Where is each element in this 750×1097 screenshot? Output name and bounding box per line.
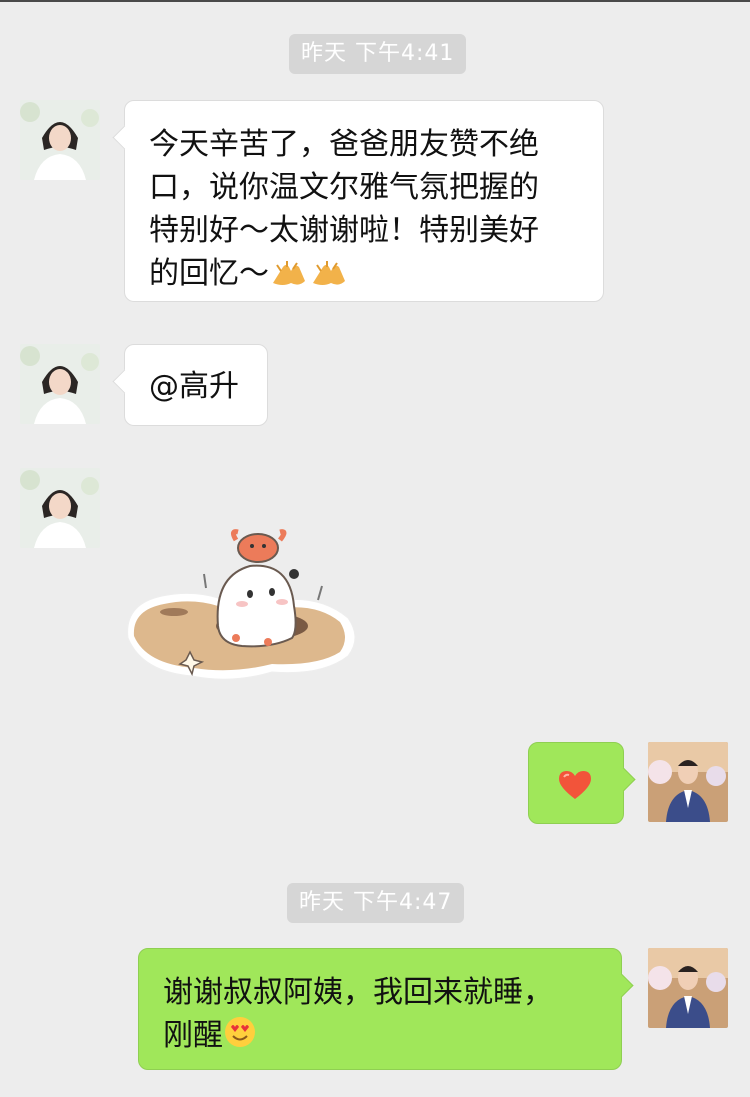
message-bubble[interactable]: @高升	[112, 344, 268, 426]
clapping-hands-icon	[269, 256, 309, 299]
message-line: 口，说你温文尔雅气氛把握的	[149, 170, 539, 205]
timestamp-pill: 昨天 下午4:47	[287, 883, 465, 923]
bubble-tail	[112, 125, 137, 150]
contact-avatar[interactable]	[20, 344, 100, 424]
message-line: 刚醒	[163, 1018, 223, 1053]
contact-avatar[interactable]	[20, 100, 100, 180]
top-edge	[0, 0, 750, 2]
bubble-tail	[112, 369, 137, 394]
message-bubble[interactable]: 谢谢叔叔阿姨，我回来就睡， 刚醒	[138, 948, 634, 1070]
message-line: 特别好～太谢谢啦！特别美好	[149, 213, 539, 248]
message-line: 谢谢叔叔阿姨，我回来就睡，	[163, 975, 553, 1010]
message-line: 的回忆～	[149, 256, 269, 291]
clapping-hands-icon	[309, 256, 349, 299]
bubble-tail	[611, 767, 636, 792]
red-heart-icon	[557, 769, 593, 813]
my-avatar[interactable]	[648, 742, 728, 822]
message-text: @高升	[149, 369, 239, 404]
timestamp-text: 昨天 下午4:41	[301, 41, 455, 66]
ghost-crab-sticker[interactable]	[122, 526, 362, 700]
timestamp-text: 昨天 下午4:47	[299, 890, 453, 915]
timestamp-pill: 昨天 下午4:41	[289, 34, 467, 74]
contact-avatar[interactable]	[20, 468, 100, 548]
heart-eyes-face-icon	[223, 1015, 257, 1061]
my-avatar[interactable]	[648, 948, 728, 1028]
message-line: 今天辛苦了，爸爸朋友赞不绝	[149, 127, 539, 162]
message-bubble[interactable]: 今天辛苦了，爸爸朋友赞不绝 口，说你温文尔雅气氛把握的 特别好～太谢谢啦！特别美…	[112, 100, 604, 302]
message-bubble[interactable]	[528, 742, 636, 824]
